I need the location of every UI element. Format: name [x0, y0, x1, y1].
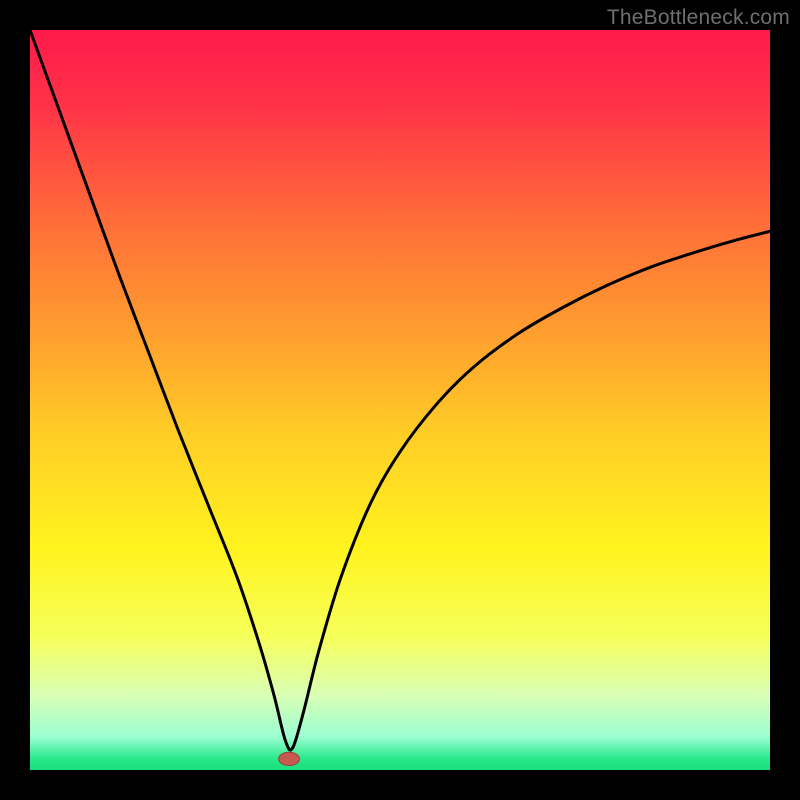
bottleneck-chart [30, 30, 770, 770]
watermark-text: TheBottleneck.com [607, 6, 790, 30]
chart-frame [30, 30, 770, 770]
heat-gradient-rect [30, 30, 770, 770]
minimum-marker [279, 752, 300, 765]
